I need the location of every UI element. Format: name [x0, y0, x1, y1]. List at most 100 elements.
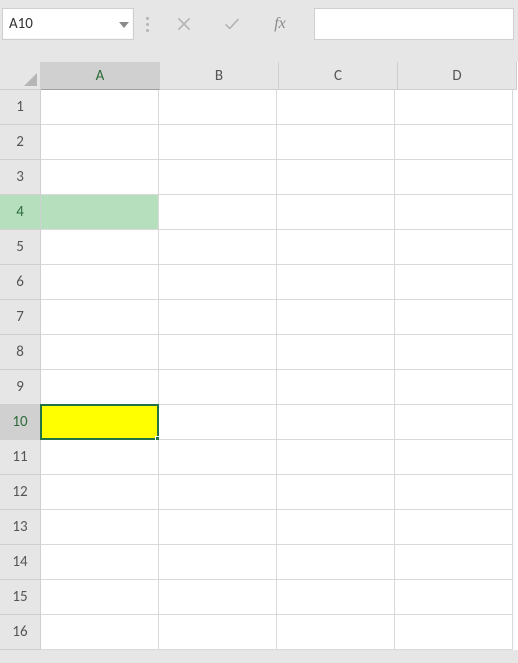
- insert-function-button[interactable]: fx: [256, 9, 304, 39]
- name-box[interactable]: [2, 8, 134, 40]
- cell-B3[interactable]: [159, 160, 277, 195]
- cell-D10[interactable]: [395, 405, 513, 440]
- row-header-13[interactable]: 13: [0, 510, 41, 545]
- select-all-corner[interactable]: [0, 62, 41, 90]
- enter-button[interactable]: [208, 9, 256, 39]
- row: 5: [0, 230, 518, 265]
- cell-D6[interactable]: [395, 265, 513, 300]
- cell-A10[interactable]: [41, 405, 159, 440]
- cell-D3[interactable]: [395, 160, 513, 195]
- cell-D4[interactable]: [395, 195, 513, 230]
- cell-C6[interactable]: [277, 265, 395, 300]
- cell-C4[interactable]: [277, 195, 395, 230]
- cell-A13[interactable]: [41, 510, 159, 545]
- row-header-5[interactable]: 5: [0, 230, 41, 265]
- cell-A7[interactable]: [41, 300, 159, 335]
- column-header-D[interactable]: D: [398, 62, 517, 90]
- cell-A8[interactable]: [41, 335, 159, 370]
- cell-A16[interactable]: [41, 615, 159, 650]
- cell-D7[interactable]: [395, 300, 513, 335]
- cell-D15[interactable]: [395, 580, 513, 615]
- column-header-B[interactable]: B: [160, 62, 279, 90]
- cell-B13[interactable]: [159, 510, 277, 545]
- cell-C14[interactable]: [277, 545, 395, 580]
- column-header-C[interactable]: C: [279, 62, 398, 90]
- cell-B9[interactable]: [159, 370, 277, 405]
- cell-B15[interactable]: [159, 580, 277, 615]
- cell-D5[interactable]: [395, 230, 513, 265]
- cell-D14[interactable]: [395, 545, 513, 580]
- cell-C16[interactable]: [277, 615, 395, 650]
- row: 9: [0, 370, 518, 405]
- cell-D11[interactable]: [395, 440, 513, 475]
- cell-A11[interactable]: [41, 440, 159, 475]
- formula-input-wrap[interactable]: [314, 8, 514, 40]
- cell-C7[interactable]: [277, 300, 395, 335]
- cell-C9[interactable]: [277, 370, 395, 405]
- cell-D8[interactable]: [395, 335, 513, 370]
- cell-A14[interactable]: [41, 545, 159, 580]
- cell-B2[interactable]: [159, 125, 277, 160]
- row-header-11[interactable]: 11: [0, 440, 41, 475]
- cell-D16[interactable]: [395, 615, 513, 650]
- cell-B12[interactable]: [159, 475, 277, 510]
- cell-C13[interactable]: [277, 510, 395, 545]
- formula-bar-gap: [0, 48, 518, 62]
- cell-A2[interactable]: [41, 125, 159, 160]
- cell-D1[interactable]: [395, 90, 513, 125]
- row-header-15[interactable]: 15: [0, 580, 41, 615]
- row-header-7[interactable]: 7: [0, 300, 41, 335]
- row-header-1[interactable]: 1: [0, 90, 41, 125]
- cancel-button[interactable]: [160, 9, 208, 39]
- cell-C8[interactable]: [277, 335, 395, 370]
- row-header-12[interactable]: 12: [0, 475, 41, 510]
- cell-B8[interactable]: [159, 335, 277, 370]
- cell-C12[interactable]: [277, 475, 395, 510]
- cell-B11[interactable]: [159, 440, 277, 475]
- row-header-16[interactable]: 16: [0, 615, 41, 650]
- row-header-8[interactable]: 8: [0, 335, 41, 370]
- cell-A4[interactable]: [41, 195, 159, 230]
- cell-B16[interactable]: [159, 615, 277, 650]
- cell-B4[interactable]: [159, 195, 277, 230]
- cell-C11[interactable]: [277, 440, 395, 475]
- row-header-3[interactable]: 3: [0, 160, 41, 195]
- cell-D13[interactable]: [395, 510, 513, 545]
- cell-B14[interactable]: [159, 545, 277, 580]
- row-header-9[interactable]: 9: [0, 370, 41, 405]
- cell-A1[interactable]: [41, 90, 159, 125]
- cell-C10[interactable]: [277, 405, 395, 440]
- row-header-10[interactable]: 10: [0, 405, 41, 440]
- row-header-4[interactable]: 4: [0, 195, 41, 230]
- row: 14: [0, 545, 518, 580]
- spreadsheet-grid[interactable]: A B C D 1 2 3 4 5 6: [0, 62, 518, 650]
- row-header-14[interactable]: 14: [0, 545, 41, 580]
- cell-A9[interactable]: [41, 370, 159, 405]
- formula-bar: fx: [0, 0, 518, 48]
- cell-A3[interactable]: [41, 160, 159, 195]
- cell-B10[interactable]: [159, 405, 277, 440]
- cell-A6[interactable]: [41, 265, 159, 300]
- column-header-A[interactable]: A: [41, 62, 160, 90]
- cell-B6[interactable]: [159, 265, 277, 300]
- cell-A12[interactable]: [41, 475, 159, 510]
- cell-B1[interactable]: [159, 90, 277, 125]
- cell-C2[interactable]: [277, 125, 395, 160]
- formula-input[interactable]: [315, 16, 513, 33]
- row-header-6[interactable]: 6: [0, 265, 41, 300]
- cell-D2[interactable]: [395, 125, 513, 160]
- cell-C15[interactable]: [277, 580, 395, 615]
- cell-C5[interactable]: [277, 230, 395, 265]
- name-box-input[interactable]: [3, 15, 115, 33]
- name-box-dropdown-icon[interactable]: [115, 19, 133, 30]
- cell-D12[interactable]: [395, 475, 513, 510]
- cell-C3[interactable]: [277, 160, 395, 195]
- cell-B5[interactable]: [159, 230, 277, 265]
- row-header-2[interactable]: 2: [0, 125, 41, 160]
- row: 7: [0, 300, 518, 335]
- cell-A5[interactable]: [41, 230, 159, 265]
- cell-B7[interactable]: [159, 300, 277, 335]
- cell-C1[interactable]: [277, 90, 395, 125]
- cell-D9[interactable]: [395, 370, 513, 405]
- cell-A15[interactable]: [41, 580, 159, 615]
